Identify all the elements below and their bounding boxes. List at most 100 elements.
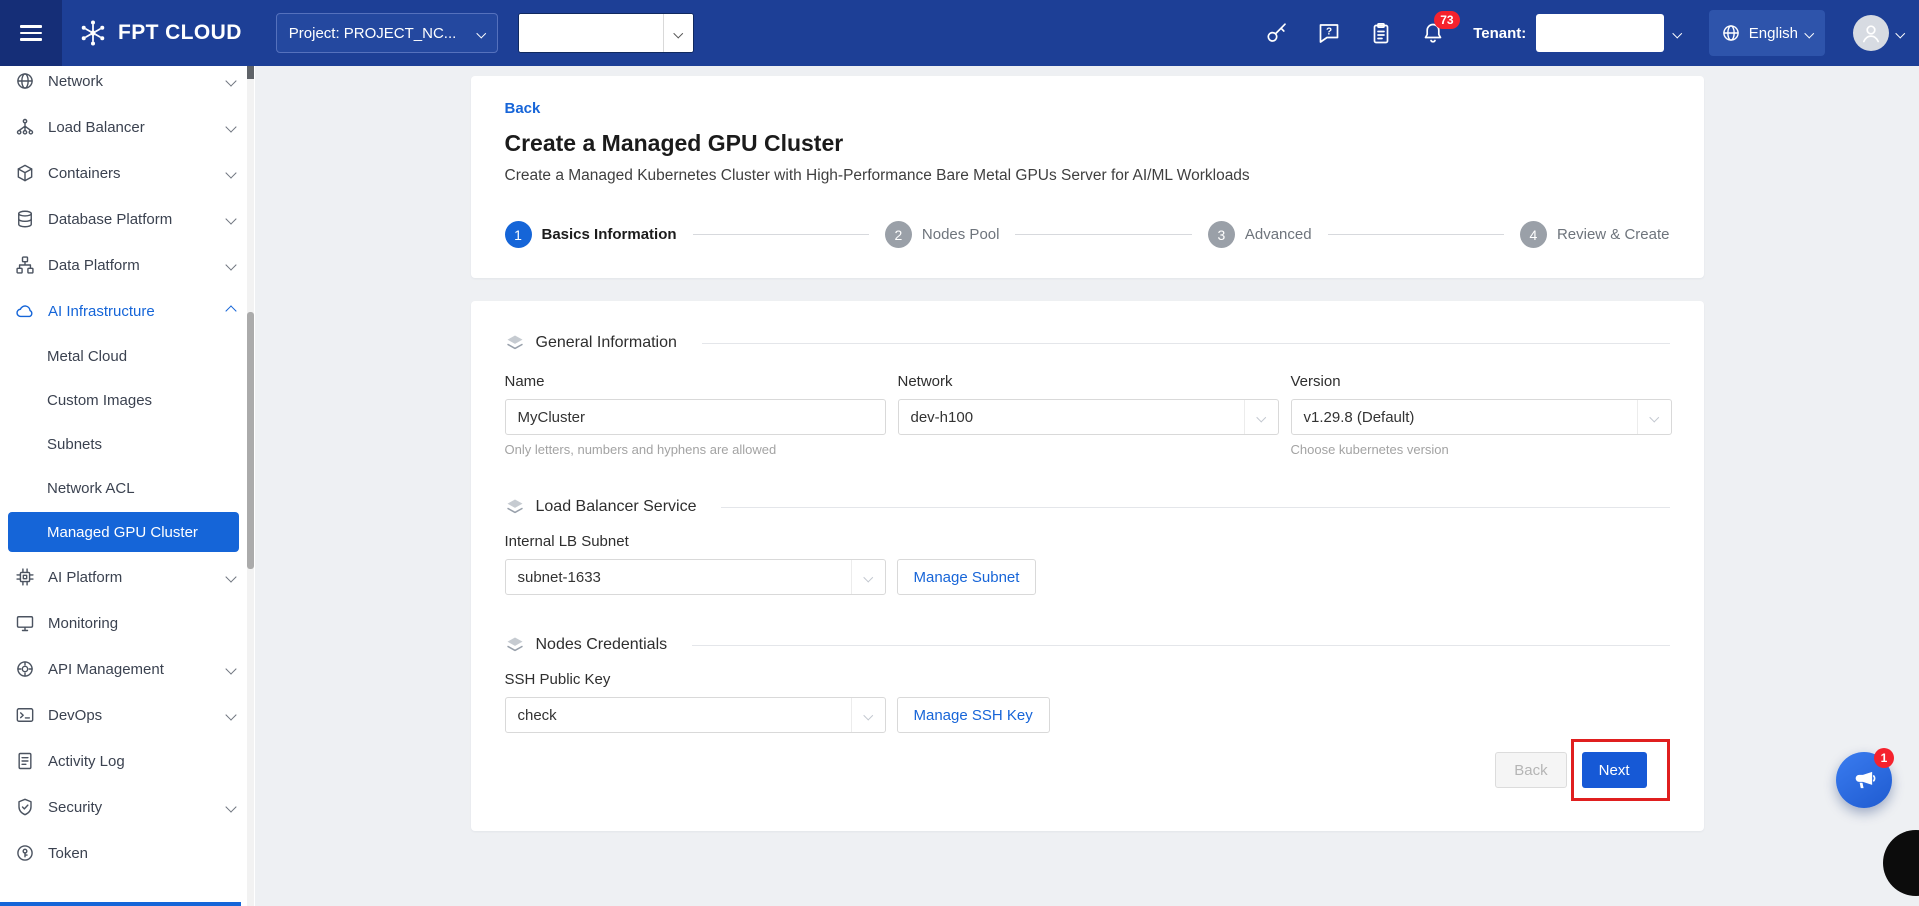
global-search-input[interactable] — [519, 14, 663, 52]
layers-icon — [505, 635, 525, 655]
step-number: 3 — [1208, 221, 1235, 248]
sidebar-item-monitoring[interactable]: Monitoring — [0, 600, 255, 646]
step-number: 2 — [885, 221, 912, 248]
sidebar-item-load-balancer[interactable]: Load Balancer — [0, 104, 255, 150]
internal-lb-subnet-value: subnet-1633 — [518, 569, 601, 586]
hamburger-icon — [20, 21, 42, 46]
sidebar-item-label: Containers — [48, 165, 121, 182]
user-menu[interactable] — [1853, 15, 1904, 51]
back-button[interactable]: Back — [1495, 752, 1566, 788]
step-advanced[interactable]: 3 Advanced — [1208, 221, 1312, 248]
section-divider — [721, 507, 1669, 508]
sidebar-item-security[interactable]: Security — [0, 784, 255, 830]
ssh-public-key-select[interactable]: check — [505, 697, 886, 733]
chevron-down-icon — [1673, 28, 1682, 37]
chevron-down-icon — [851, 698, 885, 732]
notification-badge: 73 — [1434, 11, 1459, 29]
sidebar-item-label: API Management — [48, 661, 164, 678]
global-search-combo — [518, 13, 694, 53]
sidebar-item-devops[interactable]: DevOps — [0, 692, 255, 738]
sidebar-item-label: Activity Log — [48, 753, 125, 770]
key-icon[interactable] — [1265, 21, 1289, 45]
topbar-right: ? 73 Tenant: English — [1265, 10, 1919, 56]
sidebar-subitem-label: Metal Cloud — [47, 348, 127, 365]
hamburger-menu-button[interactable] — [0, 0, 62, 66]
step-basics-information[interactable]: 1 Basics Information — [505, 221, 677, 248]
shield-icon — [15, 797, 35, 817]
chevron-down-icon — [225, 709, 236, 720]
ssh-public-key-label: SSH Public Key — [505, 671, 1670, 688]
manage-subnet-button[interactable]: Manage Subnet — [897, 559, 1037, 595]
sidebar-item-token[interactable]: Token — [0, 830, 255, 876]
announcements-fab[interactable]: 1 — [1836, 752, 1892, 808]
sidebar-item-database-platform[interactable]: Database Platform — [0, 196, 255, 242]
project-selector[interactable]: Project: PROJECT_NC... — [276, 13, 498, 53]
sidebar-subitem-label: Network ACL — [47, 480, 135, 497]
internal-lb-subnet-select[interactable]: subnet-1633 — [505, 559, 886, 595]
containers-icon — [15, 163, 35, 183]
api-icon — [15, 659, 35, 679]
sidebar-item-activity-log[interactable]: Activity Log — [0, 738, 255, 784]
devops-icon — [15, 705, 35, 725]
step-number: 1 — [505, 221, 532, 248]
search-dropdown-button[interactable] — [663, 14, 693, 52]
chevron-down-icon — [1805, 28, 1814, 37]
sidebar-item-containers[interactable]: Containers — [0, 150, 255, 196]
network-label: Network — [898, 373, 1279, 390]
network-select[interactable]: dev-h100 — [898, 399, 1279, 435]
sidebar-item-data-platform[interactable]: Data Platform — [0, 242, 255, 288]
next-button[interactable]: Next — [1582, 752, 1647, 788]
sidebar-item-api-management[interactable]: API Management — [0, 646, 255, 692]
sidebar: Network Load Balancer Containers Databas… — [0, 66, 255, 906]
sidebar-subitem-label: Custom Images — [47, 392, 152, 409]
basics-form-card: General Information Name Only letters, n… — [471, 301, 1704, 831]
step-label: Basics Information — [542, 226, 677, 243]
sidebar-scrollbar-button[interactable] — [247, 66, 254, 79]
back-link[interactable]: Back — [505, 100, 541, 117]
sidebar-item-ai-infrastructure[interactable]: AI Infrastructure — [0, 288, 255, 334]
chevron-down-icon — [225, 213, 236, 224]
announcements-badge: 1 — [1874, 748, 1894, 768]
manage-ssh-key-button[interactable]: Manage SSH Key — [897, 697, 1050, 733]
version-select-value: v1.29.8 (Default) — [1304, 409, 1415, 426]
version-select[interactable]: v1.29.8 (Default) — [1291, 399, 1672, 435]
tenant-select[interactable] — [1536, 14, 1664, 52]
sidebar-subitem-label: Managed GPU Cluster — [47, 524, 198, 541]
chip-icon — [15, 567, 35, 587]
step-nodes-pool[interactable]: 2 Nodes Pool — [885, 221, 1000, 248]
section-title: General Information — [536, 334, 677, 352]
wizard-stepper: 1 Basics Information 2 Nodes Pool 3 Adva… — [505, 221, 1670, 248]
step-number: 4 — [1520, 221, 1547, 248]
chat-help-icon[interactable]: ? — [1317, 21, 1341, 45]
brand-logo[interactable]: FPT CLOUD — [78, 18, 242, 48]
step-review-create[interactable]: 4 Review & Create — [1520, 221, 1670, 248]
page-title: Create a Managed GPU Cluster — [505, 130, 1670, 157]
activity-log-icon — [15, 751, 35, 771]
clipboard-icon[interactable] — [1369, 21, 1393, 45]
load-balancer-icon — [15, 117, 35, 137]
tenant-label: Tenant: — [1473, 25, 1526, 42]
step-label: Review & Create — [1557, 226, 1670, 243]
globe-icon — [15, 71, 35, 91]
name-input[interactable] — [505, 399, 886, 435]
sidebar-subitem-metal-cloud[interactable]: Metal Cloud — [0, 334, 255, 378]
section-general-information: General Information — [505, 333, 1670, 353]
svg-text:?: ? — [1326, 27, 1332, 38]
language-selector[interactable]: English — [1709, 10, 1825, 56]
megaphone-icon — [1851, 767, 1877, 793]
step-connector — [1328, 234, 1504, 235]
bell-icon[interactable]: 73 — [1421, 21, 1445, 45]
field-name: Name Only letters, numbers and hyphens a… — [505, 373, 886, 457]
sidebar-item-network[interactable]: Network — [0, 66, 255, 104]
name-label: Name — [505, 373, 886, 390]
sidebar-subitem-custom-images[interactable]: Custom Images — [0, 378, 255, 422]
sidebar-item-ai-platform[interactable]: AI Platform — [0, 554, 255, 600]
sidebar-subitem-network-acl[interactable]: Network ACL — [0, 466, 255, 510]
section-title: Nodes Credentials — [536, 636, 668, 654]
sidebar-scrollbar-thumb[interactable] — [247, 312, 254, 569]
chevron-down-icon — [1637, 400, 1671, 434]
sidebar-subitem-subnets[interactable]: Subnets — [0, 422, 255, 466]
chevron-down-icon — [477, 28, 486, 37]
sidebar-subitem-managed-gpu-cluster[interactable]: Managed GPU Cluster — [8, 512, 239, 552]
step-connector — [1015, 234, 1191, 235]
